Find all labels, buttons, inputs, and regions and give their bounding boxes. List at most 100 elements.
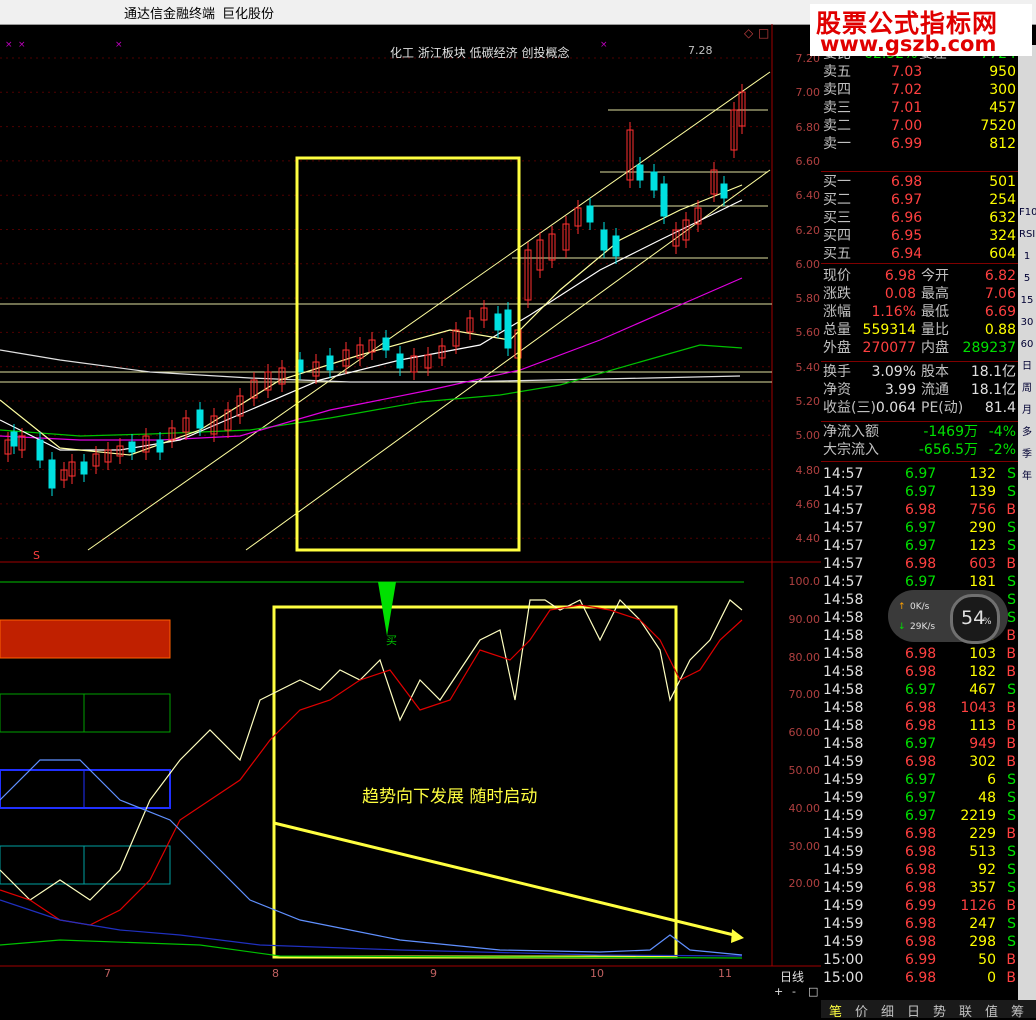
bottom-tab[interactable]: 笔 (829, 1001, 842, 1020)
bottom-tab[interactable]: 细 (881, 1001, 894, 1020)
flow-label: 净流入额 (823, 424, 879, 440)
bottom-tab[interactable]: 价 (855, 1001, 868, 1020)
candle-body (504, 309, 512, 349)
finance-value-2: 81.4 (984, 400, 1016, 416)
tick-row: 14:59 6.98 92 S (821, 861, 1018, 879)
indicator-tick: 20.00 (788, 877, 821, 891)
tick-row: 14:58 6.97 949 B (821, 735, 1018, 753)
stat-value: 6.98 (884, 268, 916, 284)
sell-signal-label: S (33, 549, 40, 562)
tick-side: B (1006, 826, 1016, 842)
toolbar-button[interactable]: 日 (1019, 359, 1035, 375)
date-tick: 10 (590, 967, 604, 980)
window-restore-icon[interactable]: □ (758, 26, 769, 40)
candle-body (494, 313, 502, 331)
bottom-tab[interactable]: 日 (907, 1001, 920, 1020)
stat-label: 外盘 (823, 340, 851, 356)
tick-volume: 50 (978, 952, 996, 968)
zoom-reset-button[interactable]: □ (808, 985, 818, 998)
toolbar-button[interactable]: 5 (1019, 271, 1035, 287)
toolbar-button[interactable]: RSI (1019, 227, 1035, 243)
download-speed: 29K/s (910, 622, 936, 632)
buy-signal-label: 买 (386, 634, 397, 647)
tick-price: 6.97 (905, 538, 937, 554)
tick-time: 14:59 (823, 754, 864, 770)
zoom-in-button[interactable]: + (774, 985, 783, 998)
period-label[interactable]: 日线 (780, 968, 804, 985)
peak-label: 7.28 (688, 44, 713, 57)
toolbar-button[interactable]: 季 (1019, 447, 1035, 463)
tick-side: B (1006, 646, 1016, 662)
indicator-tick: 40.00 (788, 801, 821, 815)
bid-price: 6.98 (891, 174, 923, 190)
tick-side: S (1007, 538, 1016, 554)
bottom-tab[interactable]: 筹 (1011, 1001, 1024, 1020)
finance-row: 收益(三) 0.064 PE(动) 81.4 (821, 399, 1018, 417)
toolbar-button[interactable]: 年 (1019, 469, 1035, 485)
tick-price: 6.98 (905, 826, 937, 842)
indicator-bar-green (0, 693, 171, 733)
zoom-out-button[interactable]: - (792, 985, 796, 998)
tick-row: 14:57 6.97 139 S (821, 483, 1018, 501)
bid-label: 买四 (823, 228, 851, 244)
toolbar-button[interactable]: 月 (1019, 403, 1035, 419)
flow-value: -1469万 (923, 424, 978, 440)
tick-side: S (1007, 574, 1016, 590)
toolbar-button[interactable]: 1 (1019, 249, 1035, 265)
tick-row: 14:59 6.97 48 S (821, 789, 1018, 807)
tick-volume: 48 (978, 790, 996, 806)
stat-row: 总量 559314 量比 0.88 (821, 321, 1018, 339)
stat-row: 现价 6.98 今开 6.82 (821, 267, 1018, 285)
toolbar-button[interactable]: 15 (1019, 293, 1035, 309)
tick-price: 6.97 (905, 520, 937, 536)
ask-row: 卖三 7.01 457 (821, 99, 1018, 117)
tick-side: S (1007, 772, 1016, 788)
toolbar-button[interactable]: F10 (1019, 205, 1036, 221)
network-speed-widget[interactable]: ↑ 0K/s ↓ 29K/s 54 % (888, 590, 1008, 644)
toolbar-button[interactable]: 30 (1019, 315, 1035, 331)
finance-row: 净资 3.99 流通 18.1亿 (821, 381, 1018, 399)
tick-price: 6.98 (905, 754, 937, 770)
tick-row: 14:59 6.98 513 S (821, 843, 1018, 861)
toolbar-button[interactable]: 多 (1019, 425, 1035, 441)
candle-body (600, 229, 608, 251)
bid-label: 买五 (823, 246, 851, 262)
tick-time: 14:58 (823, 628, 864, 644)
tick-volume: 467 (969, 682, 996, 698)
toolbar-button[interactable]: 60 (1019, 337, 1035, 353)
tick-volume: 132 (969, 466, 996, 482)
date-tick: 9 (430, 967, 437, 980)
bid-price: 6.95 (891, 228, 923, 244)
kline-chart-area[interactable]: × × × × (0, 24, 821, 1000)
gauge-percent: 54 (961, 607, 986, 629)
price-tick: 6.80 (795, 120, 821, 134)
tick-time: 14:59 (823, 862, 864, 878)
tick-price: 6.99 (905, 898, 937, 914)
buy-arrow-icon (378, 582, 396, 636)
diamond-icon[interactable]: ◇ (744, 26, 753, 40)
bottom-tab[interactable]: 势 (933, 1001, 946, 1020)
tick-time: 14:57 (823, 538, 864, 554)
stat-label: 涨幅 (823, 304, 851, 320)
tick-side: B (1006, 700, 1016, 716)
tick-price: 6.99 (905, 952, 937, 968)
tick-volume: 113 (969, 718, 996, 734)
bottom-tab[interactable]: 联 (959, 1001, 972, 1020)
indicator-bar-cyan (0, 845, 171, 885)
tick-side: B (1006, 628, 1016, 644)
tick-price: 6.98 (905, 880, 937, 896)
tick-price: 6.98 (905, 970, 937, 986)
tick-time: 14:57 (823, 574, 864, 590)
tick-row: 14:58 6.98 1043 B (821, 699, 1018, 717)
toolbar-button[interactable]: 周 (1019, 381, 1035, 397)
flow-pct: -2% (988, 442, 1016, 458)
tick-row: 14:59 6.98 302 B (821, 753, 1018, 771)
bottom-tab[interactable]: 值 (985, 1001, 998, 1020)
tick-time: 15:00 (823, 952, 864, 968)
tick-row: 15:00 6.98 0 B (821, 969, 1018, 987)
tick-volume: 603 (969, 556, 996, 572)
zoom-controls: + - □ (772, 985, 820, 999)
finance-value: 0.064 (875, 400, 916, 416)
trend-line (245, 169, 771, 551)
indicator-tick: 100.0 (788, 575, 821, 588)
